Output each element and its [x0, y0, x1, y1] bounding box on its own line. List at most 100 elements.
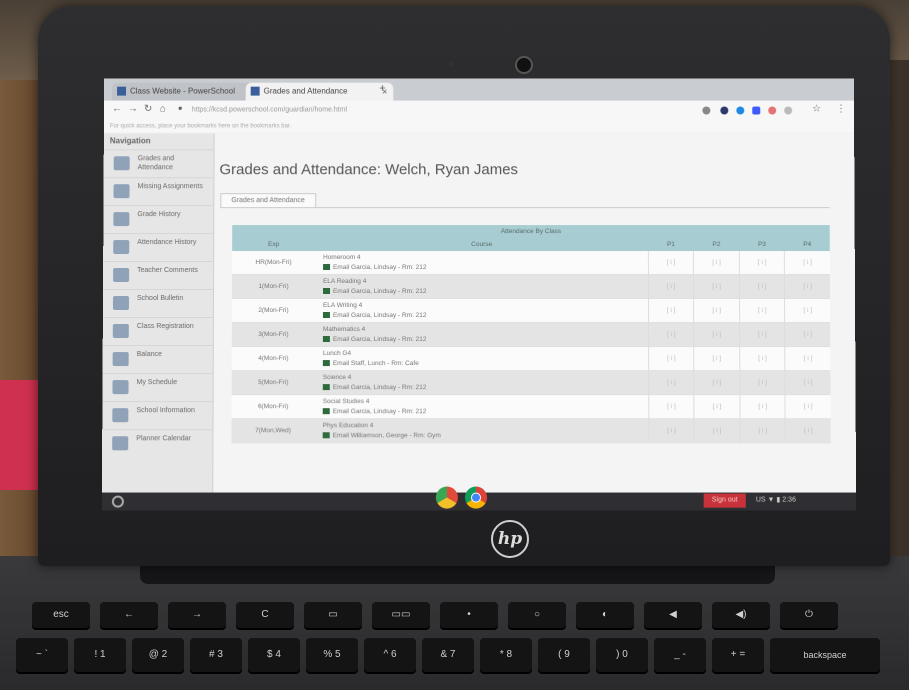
attendance-cell[interactable]: [ i ]	[739, 274, 785, 299]
attendance-cell[interactable]: [ i ]	[694, 394, 740, 419]
attendance-cell[interactable]: [ i ]	[693, 251, 740, 275]
key[interactable]: ~ `	[16, 638, 68, 672]
chrome-icon[interactable]	[464, 486, 488, 509]
sign-out-button[interactable]: Sign out	[703, 493, 746, 508]
attendance-cell[interactable]: [ i ]	[694, 346, 740, 371]
extension-icon[interactable]	[752, 106, 761, 115]
email-icon[interactable]	[322, 383, 330, 390]
sidebar-item-missing[interactable]: Missing Assignments	[103, 177, 214, 206]
attendance-cell[interactable]: [ i ]	[648, 418, 695, 443]
teacher-link[interactable]: Email Garcia, Lindsay - Rm: 212	[333, 408, 427, 415]
tab-grades-attendance[interactable]: Grades and Attendance	[220, 193, 316, 209]
attendance-cell[interactable]: [ i ]	[693, 298, 740, 323]
sidebar-item-attendance[interactable]: Attendance History	[103, 233, 214, 262]
key[interactable]: & 7	[422, 638, 474, 672]
browser-tab[interactable]: Class Website - PowerSchool ×	[112, 82, 260, 101]
sidebar-item-school-info[interactable]: School Information	[102, 401, 213, 430]
back-icon[interactable]: ←	[112, 104, 122, 115]
attendance-cell[interactable]: [ i ]	[785, 346, 831, 371]
key[interactable]: ^ 6	[364, 638, 416, 672]
attendance-cell[interactable]: [ i ]	[739, 322, 786, 347]
key[interactable]: ( 9	[538, 638, 590, 672]
email-icon[interactable]	[322, 407, 330, 414]
sidebar-item-grades[interactable]: Grades and Attendance	[103, 149, 214, 178]
key[interactable]: ◐	[576, 602, 634, 628]
key[interactable]: backspace	[770, 638, 880, 672]
key[interactable]: C	[236, 602, 294, 628]
attendance-cell[interactable]: [ i ]	[648, 274, 694, 299]
email-icon[interactable]	[323, 263, 331, 270]
attendance-cell[interactable]: [ i ]	[739, 346, 786, 371]
attendance-cell[interactable]: [ i ]	[785, 370, 831, 395]
browser-tab-active[interactable]: Grades and Attendance ×	[245, 82, 394, 101]
key[interactable]: @ 2	[132, 638, 184, 672]
key[interactable]: # 3	[190, 638, 242, 672]
sidebar-item-registration[interactable]: Class Registration	[102, 317, 213, 346]
email-icon[interactable]	[322, 287, 330, 294]
key[interactable]: ! 1	[74, 638, 126, 672]
attendance-cell[interactable]: [ i ]	[784, 274, 831, 299]
key[interactable]: % 5	[306, 638, 358, 672]
key[interactable]: $ 4	[248, 638, 300, 672]
status-tray[interactable]: US ▼ ▮ 2:36	[756, 496, 796, 504]
url-field[interactable]: https://kcsd.powerschool.com/guardian/ho…	[192, 104, 751, 118]
app-icon[interactable]	[435, 486, 458, 509]
extension-icon[interactable]	[736, 106, 745, 115]
email-icon[interactable]	[322, 359, 330, 366]
extension-icon[interactable]	[768, 106, 777, 115]
attendance-cell[interactable]: [ i ]	[785, 322, 831, 347]
key[interactable]: →	[168, 602, 226, 628]
attendance-cell[interactable]: [ i ]	[739, 298, 786, 323]
teacher-link[interactable]: Email Garcia, Lindsay - Rm: 212	[333, 336, 427, 343]
key[interactable]: _ -	[654, 638, 706, 672]
sidebar-item-calendar[interactable]: Planner Calendar	[102, 429, 213, 458]
new-tab-icon[interactable]: +	[379, 83, 385, 95]
attendance-cell[interactable]: [ i ]	[784, 251, 830, 275]
sidebar-item-schedule[interactable]: My Schedule	[102, 373, 213, 402]
attendance-cell[interactable]: [ i ]	[785, 394, 831, 419]
attendance-cell[interactable]: [ i ]	[784, 298, 831, 323]
teacher-link[interactable]: Email Garcia, Lindsay - Rm: 212	[333, 288, 427, 295]
attendance-cell[interactable]: [ i ]	[739, 370, 786, 395]
teacher-link[interactable]: Email Williamson, George - Rm: Gym	[333, 432, 441, 439]
key[interactable]: esc	[32, 602, 90, 628]
launcher-icon[interactable]	[111, 495, 124, 508]
key[interactable]: ) 0	[596, 638, 648, 672]
key[interactable]: ⏻	[780, 602, 838, 628]
attendance-cell[interactable]: [ i ]	[648, 322, 695, 347]
extension-icon[interactable]	[702, 106, 711, 115]
teacher-link[interactable]: Email Garcia, Lindsay - Rm: 212	[333, 312, 427, 319]
extension-icon[interactable]	[784, 106, 793, 115]
attendance-cell[interactable]: [ i ]	[648, 298, 694, 323]
extension-icon[interactable]	[720, 106, 729, 115]
attendance-cell[interactable]: [ i ]	[693, 322, 740, 347]
forward-icon[interactable]: →	[128, 104, 138, 115]
key[interactable]: ▭▭	[372, 602, 430, 628]
attendance-cell[interactable]: [ i ]	[785, 418, 831, 443]
key[interactable]: ◀	[644, 602, 702, 628]
attendance-cell[interactable]: [ i ]	[694, 418, 740, 443]
key[interactable]: * 8	[480, 638, 532, 672]
email-icon[interactable]	[322, 432, 330, 439]
home-icon[interactable]: ⌂	[160, 104, 166, 115]
sidebar-item-comments[interactable]: Teacher Comments	[103, 261, 214, 290]
key[interactable]: ○	[508, 602, 566, 628]
attendance-cell[interactable]: [ i ]	[694, 370, 740, 395]
attendance-cell[interactable]: [ i ]	[648, 370, 695, 395]
attendance-cell[interactable]: [ i ]	[693, 274, 740, 299]
sidebar-item-history[interactable]: Grade History	[103, 205, 214, 234]
key[interactable]: •	[440, 602, 498, 628]
key[interactable]: + =	[712, 638, 764, 672]
attendance-cell[interactable]: [ i ]	[648, 346, 695, 371]
key[interactable]: ▭	[304, 602, 362, 628]
email-icon[interactable]	[322, 335, 330, 342]
sidebar-item-bulletin[interactable]: School Bulletin	[102, 289, 214, 318]
attendance-cell[interactable]: [ i ]	[739, 251, 785, 275]
menu-icon[interactable]: ⋮	[836, 104, 846, 115]
attendance-cell[interactable]: [ i ]	[648, 394, 695, 419]
star-icon[interactable]: ☆	[812, 104, 821, 115]
teacher-link[interactable]: Email Garcia, Lindsay - Rm: 212	[333, 264, 427, 271]
teacher-link[interactable]: Email Staff, Lunch - Rm: Cafe	[333, 360, 419, 367]
reload-icon[interactable]: ↻	[144, 104, 152, 115]
attendance-cell[interactable]: [ i ]	[739, 394, 786, 419]
